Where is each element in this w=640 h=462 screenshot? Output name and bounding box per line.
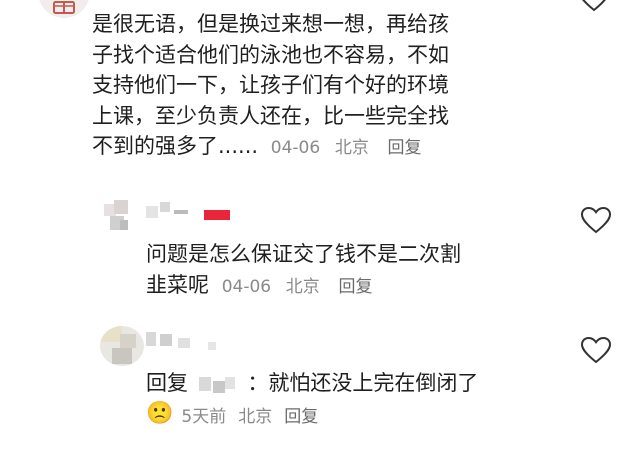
gift-icon [53,1,75,14]
comment-3-body: 回复 ：就怕还没上完在倒闭了 [146,368,586,399]
comment-3-location: 北京 [238,406,273,427]
comment-1-line: 是很无语，但是换过来想一想，再给孩 [92,12,449,36]
comment-1-reply-button[interactable]: 回复 [388,138,422,158]
comment-2-line: 问题是怎么保证交了钱不是二次割 [146,242,461,266]
comment-1-date: 04-06 [270,138,321,158]
comment-2-date: 04-06 [221,276,272,297]
username-comment-2[interactable] [146,200,256,222]
comment-1-body: 是很无语，但是换过来想一想，再给孩 子找个适合他们的泳池也不容易，不如 支持他们… [92,9,592,164]
comment-3-date: 5天前 [181,406,227,427]
comment-1-line: 支持他们一下，让孩子们有个好的环境 [92,73,449,97]
level-badge-icon [204,210,230,220]
comment-3-text: ：就怕还没上完在倒闭了 [247,371,479,395]
avatar-comment-3[interactable] [100,326,144,366]
frowning-face-icon: 🙁 [146,401,174,426]
avatar-comment-2[interactable] [100,198,144,238]
mentioned-username-blurred[interactable] [195,375,241,393]
comment-1-location: 北京 [334,138,369,158]
comment-1-line: 子找个适合他们的泳池也不容易，不如 [92,42,449,67]
comment-2-line: 韭菜呢 [146,272,209,297]
username-comment-3[interactable] [146,330,256,352]
like-heart-icon-2[interactable] [580,206,612,234]
comment-3-reply-button[interactable]: 回复 [284,402,318,427]
avatar-top[interactable] [38,0,90,18]
comment-3-reply-prefix: 回复 [146,371,188,395]
comment-1-line: 上课，至少负责人还在，比一些完全找 [92,103,449,128]
like-heart-icon-3[interactable] [580,336,612,364]
comment-1-last-line: 不到的强多了...... 04-06 北京 回复 [92,131,592,164]
comment-2-body: 问题是怎么保证交了钱不是二次割 韭菜呢 04-06 北京 回复 [146,239,586,302]
comment-2-last-line: 韭菜呢 04-06 北京 回复 [146,270,586,303]
comment-3-meta: 🙁 5天前 北京 回复 [146,400,586,428]
comment-2-reply-button[interactable]: 回复 [338,277,372,297]
comment-1-line: 不到的强多了...... [92,134,259,158]
comment-2-location: 北京 [285,276,320,297]
